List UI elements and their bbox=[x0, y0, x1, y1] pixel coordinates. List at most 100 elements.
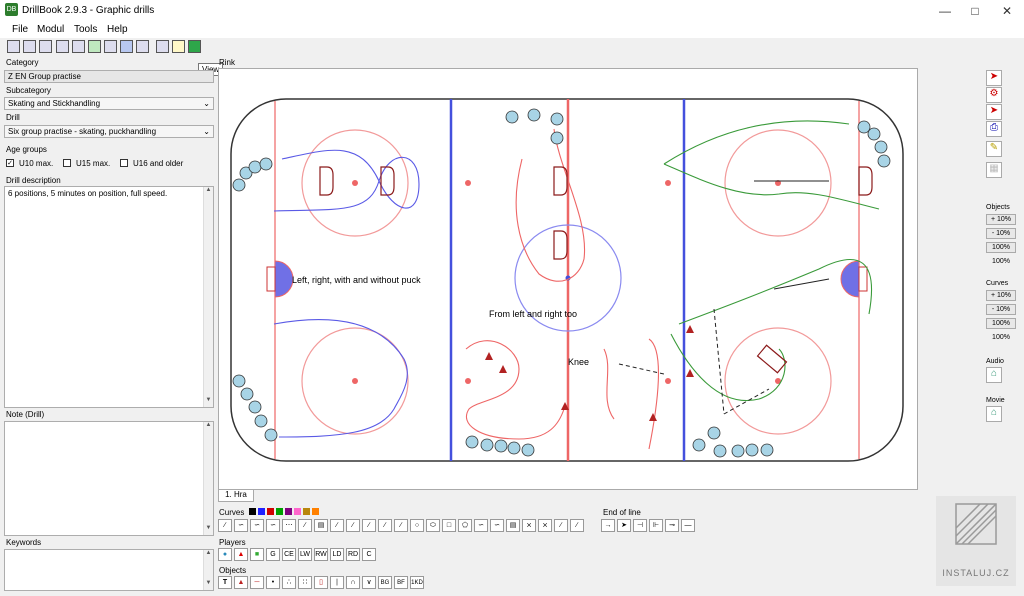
curve-zigzag-icon[interactable]: ∕ bbox=[378, 519, 392, 532]
curve-backward-icon[interactable]: ∽ bbox=[266, 519, 280, 532]
drill-select[interactable]: Six group practise - skating, puckhandli… bbox=[4, 125, 214, 138]
play-icon[interactable] bbox=[120, 40, 133, 53]
curve-bold-icon[interactable]: ∕ bbox=[362, 519, 376, 532]
audio-icon[interactable]: ⌂ bbox=[986, 367, 1002, 383]
end-double-bar-icon[interactable]: ⊩ bbox=[649, 519, 663, 532]
color-swatch-black[interactable] bbox=[249, 508, 256, 515]
end-none-icon[interactable]: — bbox=[681, 519, 695, 532]
subcategory-select[interactable]: Skating and Stickhandling ⌄ bbox=[4, 97, 214, 110]
curves-minus-button[interactable]: - 10% bbox=[986, 304, 1016, 315]
note-textarea[interactable]: ▲ ▼ bbox=[4, 421, 214, 536]
player-rd-button[interactable]: RD bbox=[346, 548, 360, 561]
menu-help[interactable]: Help bbox=[107, 24, 128, 35]
keywords-textarea[interactable]: ▲ ▼ bbox=[4, 549, 214, 591]
player-c-button[interactable]: C bbox=[362, 548, 376, 561]
1kd-tool-button[interactable]: 1KD bbox=[410, 576, 424, 589]
rows-icon[interactable] bbox=[72, 40, 85, 53]
description-textarea[interactable]: 6 positions, 5 minutes on position, full… bbox=[4, 186, 214, 408]
curve-lateral-icon[interactable]: ∕ bbox=[570, 519, 584, 532]
color-swatch-purple[interactable] bbox=[285, 508, 292, 515]
puck-tool-icon[interactable]: • bbox=[266, 576, 280, 589]
player-circle-icon[interactable]: ● bbox=[218, 548, 232, 561]
color-swatch-orange[interactable] bbox=[312, 508, 319, 515]
end-circle-icon[interactable]: ⊸ bbox=[665, 519, 679, 532]
grid-toggle-icon[interactable]: ▦ bbox=[986, 162, 1002, 178]
text-tool-button[interactable]: T bbox=[218, 576, 232, 589]
player-ld-button[interactable]: LD bbox=[330, 548, 344, 561]
curves-reset-button[interactable]: 100% bbox=[986, 318, 1016, 329]
curve-skate2-icon[interactable]: ∽ bbox=[490, 519, 504, 532]
tab-1-hra[interactable]: 1. Hra bbox=[218, 490, 254, 502]
table-icon[interactable] bbox=[156, 40, 169, 53]
ramp-tool-icon[interactable]: ∨ bbox=[362, 576, 376, 589]
objects-reset-button[interactable]: 100% bbox=[986, 242, 1016, 253]
age-u10-checkbox[interactable]: ✓ bbox=[6, 159, 14, 167]
category-select[interactable]: Z EN Group practise bbox=[4, 70, 214, 83]
pucks-tool-icon[interactable]: ∴ bbox=[282, 576, 296, 589]
hurdle-tool-icon[interactable]: ∩ bbox=[346, 576, 360, 589]
list-icon[interactable] bbox=[23, 40, 36, 53]
color-swatch-red[interactable] bbox=[267, 508, 274, 515]
color-swatch-blue[interactable] bbox=[258, 508, 265, 515]
objects-plus-button[interactable]: + 10% bbox=[986, 214, 1016, 225]
description-scrollbar[interactable]: ▲ ▼ bbox=[203, 187, 213, 407]
rink-canvas[interactable]: Left, right, with and without puck From … bbox=[218, 68, 918, 490]
close-icon[interactable]: ✕ bbox=[992, 0, 1022, 22]
curve-dashed-icon[interactable]: ⋯ bbox=[282, 519, 296, 532]
curves-plus-button[interactable]: + 10% bbox=[986, 290, 1016, 301]
circle-tool-icon[interactable]: ○ bbox=[410, 519, 424, 532]
print-icon[interactable]: ⎙ bbox=[986, 121, 1002, 137]
barrier-tool-icon[interactable]: ∣ bbox=[330, 576, 344, 589]
keywords-scrollbar[interactable]: ▲ ▼ bbox=[203, 550, 213, 590]
arrow-filled-icon[interactable]: ➤ bbox=[617, 519, 631, 532]
view-icon[interactable] bbox=[188, 40, 201, 53]
end-bar-icon[interactable]: ⊣ bbox=[633, 519, 647, 532]
bf-tool-button[interactable]: BF bbox=[394, 576, 408, 589]
curve-straight-icon[interactable]: ∕ bbox=[218, 519, 232, 532]
save-icon[interactable] bbox=[7, 40, 20, 53]
curve-hatched2-icon[interactable]: ▤ bbox=[506, 519, 520, 532]
curve-cross-icon[interactable]: ⨯ bbox=[522, 519, 536, 532]
curve-step-icon[interactable]: ∕ bbox=[394, 519, 408, 532]
pentagon-tool-icon[interactable]: ⬠ bbox=[458, 519, 472, 532]
curve-skate-icon[interactable]: ∽ bbox=[250, 519, 264, 532]
image-icon[interactable] bbox=[136, 40, 149, 53]
menu-tools[interactable]: Tools bbox=[74, 24, 97, 35]
menu-file[interactable]: File bbox=[12, 24, 28, 35]
curve-wave2-icon[interactable]: ∽ bbox=[474, 519, 488, 532]
group-icon[interactable] bbox=[56, 40, 69, 53]
drill-icon[interactable] bbox=[88, 40, 101, 53]
insert-icon[interactable]: ➤ bbox=[986, 70, 1002, 86]
curve-double-dashed-icon[interactable]: ∕ bbox=[346, 519, 360, 532]
details-icon[interactable] bbox=[39, 40, 52, 53]
player-lw-button[interactable]: LW bbox=[298, 548, 312, 561]
pencil-icon[interactable] bbox=[172, 40, 185, 53]
player-goalie-button[interactable]: G bbox=[266, 548, 280, 561]
player-triangle-icon[interactable]: ▲ bbox=[234, 548, 248, 561]
bg-tool-button[interactable]: BG bbox=[378, 576, 392, 589]
curve-double-icon[interactable]: ∕ bbox=[330, 519, 344, 532]
player-square-icon[interactable]: ■ bbox=[250, 548, 264, 561]
curve-stick-icon[interactable]: ∕ bbox=[298, 519, 312, 532]
export-icon[interactable]: ➤ bbox=[986, 104, 1002, 120]
gears-icon[interactable]: ⚙ bbox=[986, 87, 1002, 103]
minimize-icon[interactable]: — bbox=[930, 0, 960, 22]
curve-cross2-icon[interactable]: ⨯ bbox=[538, 519, 552, 532]
ellipse-tool-icon[interactable]: ⬭ bbox=[426, 519, 440, 532]
arrow-open-icon[interactable]: → bbox=[601, 519, 615, 532]
player-center-button[interactable]: CE bbox=[282, 548, 296, 561]
rink-drawing[interactable]: Left, right, with and without puck From … bbox=[219, 69, 917, 489]
grid-icon[interactable] bbox=[104, 40, 117, 53]
goal-tool-icon[interactable]: ▯ bbox=[314, 576, 328, 589]
eraser-icon[interactable]: ✎ bbox=[986, 141, 1002, 157]
age-u15-checkbox[interactable] bbox=[63, 159, 71, 167]
movie-icon[interactable]: ⌂ bbox=[986, 406, 1002, 422]
curve-hatched-icon[interactable]: ▤ bbox=[314, 519, 328, 532]
note-scrollbar[interactable]: ▲ ▼ bbox=[203, 422, 213, 535]
objects-minus-button[interactable]: - 10% bbox=[986, 228, 1016, 239]
color-swatch-pink[interactable] bbox=[294, 508, 301, 515]
color-swatch-brown[interactable] bbox=[303, 508, 310, 515]
menu-modul[interactable]: Modul bbox=[37, 24, 64, 35]
rectangle-tool-icon[interactable]: □ bbox=[442, 519, 456, 532]
player-rw-button[interactable]: RW bbox=[314, 548, 328, 561]
